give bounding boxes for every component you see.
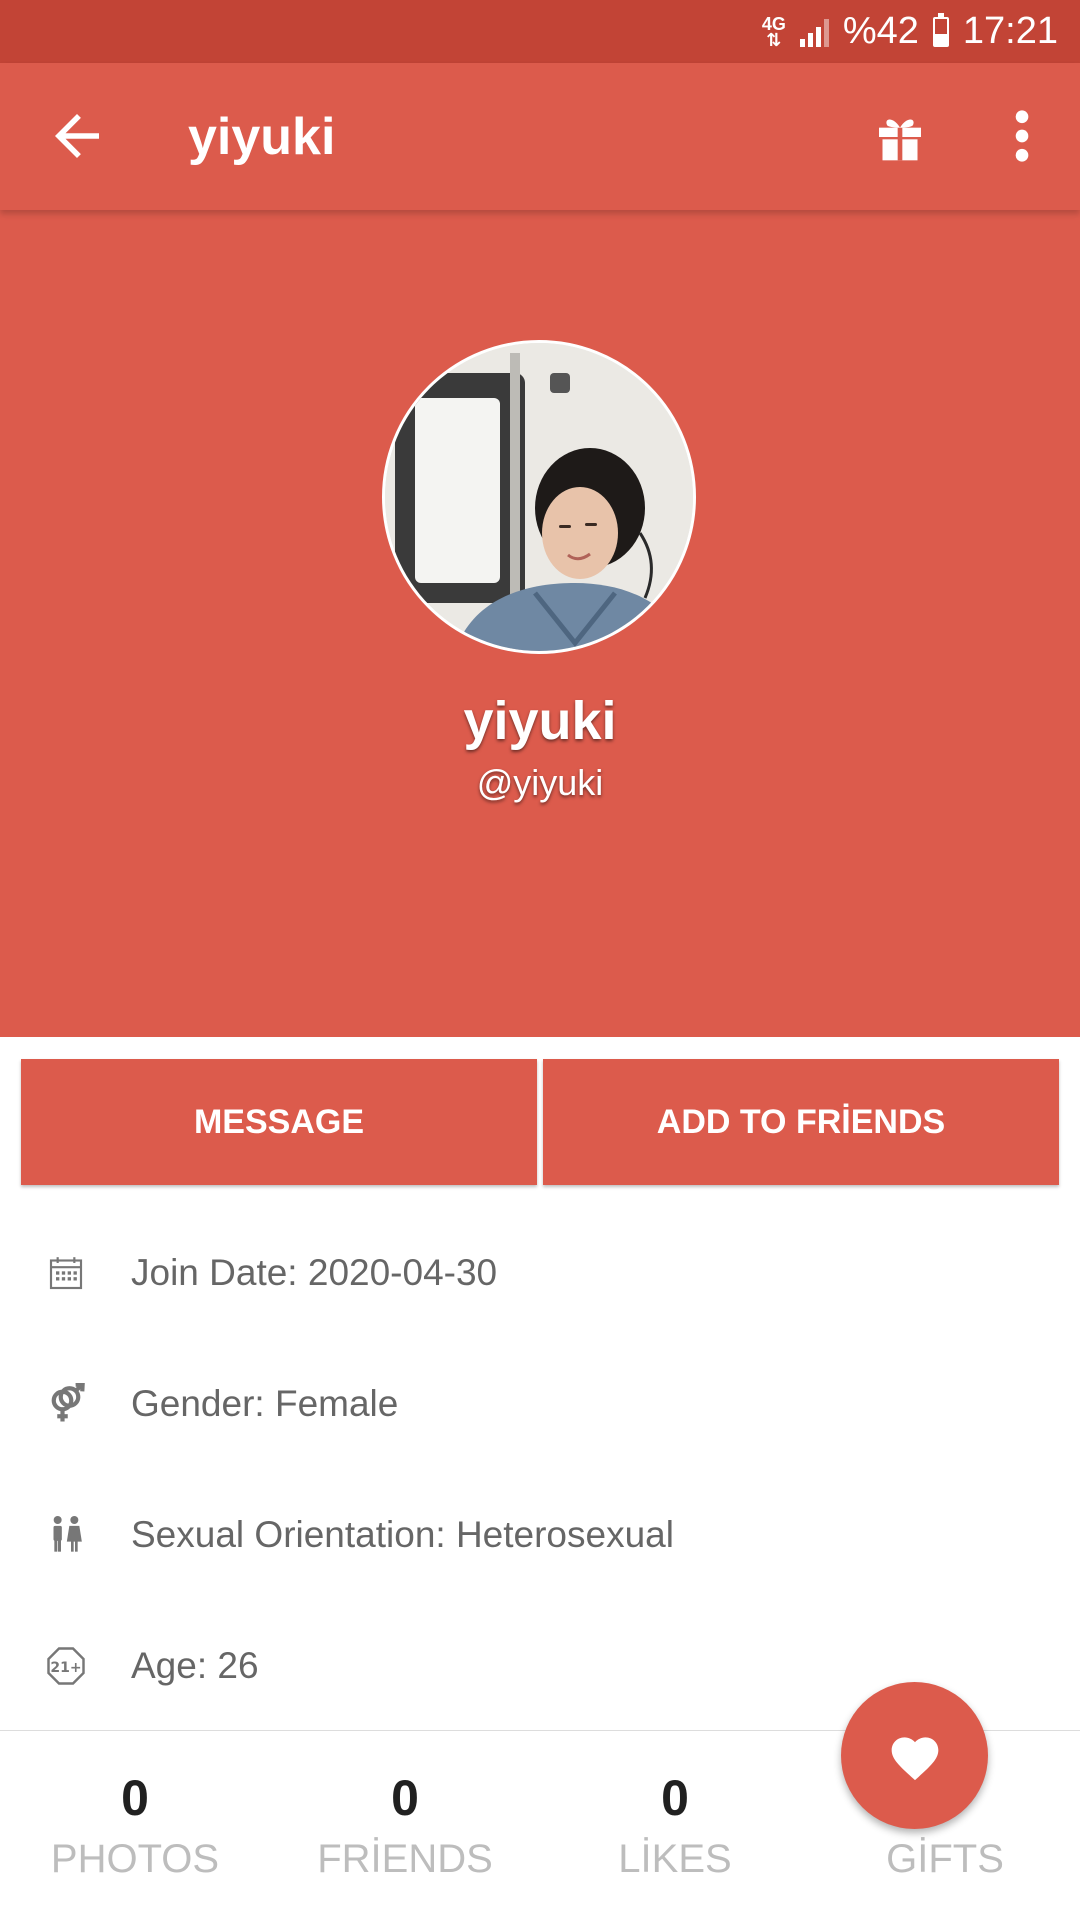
app-bar: yiyuki [0, 63, 1080, 210]
orientation-text: Sexual Orientation: Heterosexual [131, 1514, 674, 1555]
add-to-friends-button[interactable]: ADD TO FRİENDS [543, 1059, 1059, 1185]
app-bar-title: yiyuki [188, 108, 336, 166]
message-button[interactable]: MESSAGE [21, 1059, 537, 1185]
age-21-icon: 21+ [44, 1644, 88, 1688]
couple-icon [44, 1513, 88, 1557]
photos-count: 0 [121, 1770, 149, 1826]
profile-name: yiyuki [463, 691, 617, 751]
profile-handle: @yiyuki [476, 762, 604, 803]
friends-label: FRİENDS [317, 1837, 493, 1881]
heart-icon [891, 1736, 938, 1780]
likes-label: LİKES [618, 1837, 732, 1881]
likes-stat[interactable]: 0 LİKES [540, 1731, 810, 1921]
status-bar: 4G ⇅ %42 17:21 [0, 0, 1080, 63]
avatar[interactable] [382, 340, 696, 654]
svg-text:21+: 21+ [50, 1660, 81, 1676]
gifts-label: GİFTS [886, 1837, 1004, 1881]
gender-row: Gender: Female [0, 1374, 1080, 1434]
calendar-icon [44, 1251, 88, 1295]
profile-header: yiyuki @yiyuki [0, 210, 1080, 1037]
battery-icon [932, 12, 949, 47]
gender-icon [44, 1382, 88, 1426]
network-4g-icon: 4G ⇅ [761, 13, 786, 50]
back-arrow-icon[interactable] [44, 103, 110, 169]
friends-count: 0 [391, 1770, 419, 1826]
battery-percent: %42 [842, 10, 919, 52]
join-date-row: Join Date: 2020-04-30 [0, 1243, 1080, 1303]
friends-stat[interactable]: 0 FRİENDS [270, 1731, 540, 1921]
more-vert-icon[interactable] [1000, 103, 1044, 169]
clock: 17:21 [962, 10, 1058, 52]
signal-icon [799, 17, 829, 47]
gender-text: Gender: Female [131, 1383, 399, 1424]
like-fab-button[interactable] [841, 1682, 988, 1829]
likes-count: 0 [661, 1770, 689, 1826]
age-text: Age: 26 [131, 1645, 259, 1686]
photos-stat[interactable]: 0 PHOTOS [0, 1731, 270, 1921]
join-date-text: Join Date: 2020-04-30 [131, 1252, 498, 1293]
orientation-row: Sexual Orientation: Heterosexual [0, 1505, 1080, 1565]
gift-icon[interactable] [872, 109, 928, 165]
photos-label: PHOTOS [50, 1837, 220, 1881]
